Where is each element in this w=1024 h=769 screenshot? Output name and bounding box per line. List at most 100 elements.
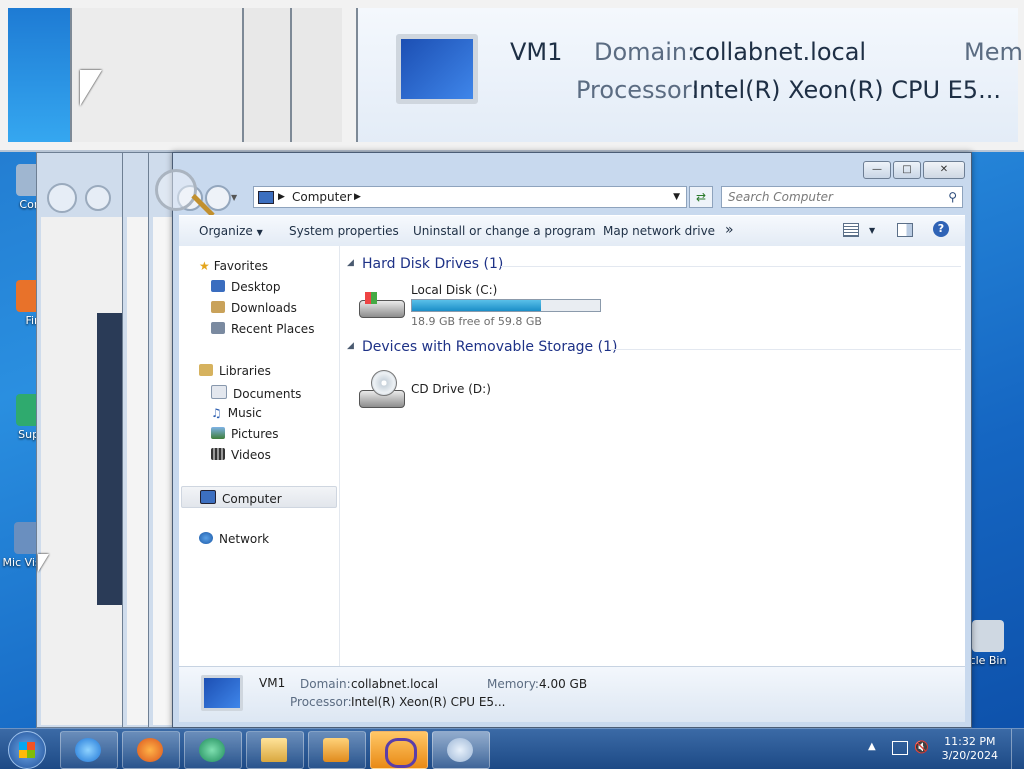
taskbar-firefox[interactable]	[122, 731, 180, 769]
details-domain-label: Domain:	[300, 677, 351, 691]
local-disk-item[interactable]	[357, 288, 405, 322]
group-collapse-icon[interactable]: ◢	[347, 258, 354, 268]
recycle-bin-icon	[972, 620, 1004, 652]
zoom-domain-label: Domain:	[594, 38, 696, 66]
windows-logo-icon	[19, 742, 35, 758]
show-desktop-button[interactable]	[1011, 729, 1024, 769]
recent-pages-dropdown[interactable]: ▼	[231, 193, 237, 202]
network-tray-icon[interactable]	[892, 741, 908, 755]
explorer-window[interactable]: — □ ✕ ▼ ▶ Computer ▶ ▼ ⇄ Search Computer…	[155, 152, 972, 728]
nav-label: Desktop	[231, 280, 281, 294]
taskbar-app[interactable]	[184, 731, 242, 769]
breadcrumb-separator-icon: ▶	[278, 192, 285, 202]
close-button[interactable]: ✕	[923, 161, 965, 179]
window-controls: — □ ✕	[863, 161, 965, 179]
details-processor-label: Processor:	[290, 695, 352, 709]
search-icon[interactable]: ⚲	[948, 187, 957, 207]
command-bar: Organize ▼ System properties Uninstall o…	[179, 215, 965, 247]
local-disk-free-space: 18.9 GB free of 59.8 GB	[411, 315, 542, 328]
magnified-desktop	[8, 8, 70, 142]
group-collapse-icon[interactable]: ◢	[347, 341, 354, 351]
firefox-icon	[137, 738, 163, 762]
windows-logo-icon	[365, 292, 377, 304]
nav-desktop[interactable]: Desktop	[211, 280, 281, 294]
view-options-icon[interactable]	[843, 223, 859, 237]
desktop-icon	[211, 280, 225, 292]
internet-explorer-icon	[75, 738, 101, 762]
nav-label: Computer	[222, 492, 282, 506]
taskbar-media-player[interactable]	[308, 731, 366, 769]
group-divider	[501, 266, 961, 267]
details-pane: VM1 Domain: collabnet.local Memory: 4.00…	[179, 666, 965, 722]
start-button[interactable]	[8, 731, 46, 769]
taskbar-visual-studio[interactable]	[370, 731, 428, 769]
nav-network[interactable]: Network	[199, 532, 269, 546]
details-vm-name: VM1	[259, 676, 286, 690]
taskbar-magnifier[interactable]	[432, 731, 490, 769]
mouse-cursor	[38, 554, 49, 572]
organize-menu[interactable]: Organize ▼	[199, 224, 263, 238]
app-icon	[199, 738, 225, 762]
local-disk-name[interactable]: Local Disk (C:)	[411, 283, 497, 297]
cd-drive-item[interactable]	[357, 368, 405, 412]
taskbar: ▲ 🔇 11:32 PM 3/20/2024	[0, 728, 1024, 769]
system-properties-button[interactable]: System properties	[289, 224, 399, 238]
nav-videos[interactable]: Videos	[211, 448, 271, 462]
nav-libraries[interactable]: Libraries	[199, 364, 271, 378]
magnified-pane	[242, 8, 292, 142]
computer-icon	[258, 191, 274, 204]
refresh-button[interactable]: ⇄	[689, 186, 713, 208]
clock[interactable]: 11:32 PM 3/20/2024	[942, 735, 998, 763]
minimize-button[interactable]: —	[863, 161, 891, 179]
nav-documents[interactable]: Documents	[211, 385, 301, 401]
maximize-button[interactable]: □	[893, 161, 921, 179]
nav-label: Documents	[233, 387, 302, 401]
nav-pictures[interactable]: Pictures	[211, 427, 279, 441]
group-divider	[611, 349, 961, 350]
details-memory-label: Memory:	[487, 677, 539, 691]
nav-label: Recent Places	[231, 322, 315, 336]
forward-arrow-icon[interactable]	[85, 185, 111, 211]
help-icon[interactable]: ?	[933, 221, 949, 237]
usage-bar-fill	[412, 300, 541, 311]
chevron-down-icon: ▼	[256, 228, 263, 237]
local-disk-usage-bar	[411, 299, 601, 312]
nav-recent-places[interactable]: Recent Places	[211, 322, 314, 336]
taskbar-internet-explorer[interactable]	[60, 731, 118, 769]
zoom-domain-value: collabnet.local	[692, 38, 867, 66]
mouse-cursor	[80, 70, 102, 106]
pictures-icon	[211, 427, 225, 439]
nav-music[interactable]: ♫ Music	[211, 406, 262, 420]
videos-icon	[211, 448, 225, 460]
uninstall-program-button[interactable]: Uninstall or change a program	[413, 224, 596, 238]
preview-pane-icon[interactable]	[897, 223, 913, 237]
address-bar[interactable]: ▶ Computer ▶ ▼	[253, 186, 687, 208]
nav-favorites[interactable]: ★ Favorites	[199, 259, 268, 273]
group-hard-disk-drives[interactable]: Hard Disk Drives (1)	[362, 256, 503, 272]
taskbar-windows-explorer[interactable]	[246, 731, 304, 769]
nav-computer[interactable]: Computer	[200, 490, 282, 506]
navigation-bar: ▼ ▶ Computer ▶ ▼ ⇄ Search Computer ⚲	[155, 169, 971, 218]
computer-icon	[201, 675, 243, 711]
nav-label: Libraries	[219, 364, 271, 378]
nav-computer-selected[interactable]: Computer	[181, 486, 337, 508]
zoom-memory-label: Mem	[964, 38, 1023, 66]
show-hidden-icons-button[interactable]: ▲	[868, 741, 876, 752]
nav-downloads[interactable]: Downloads	[211, 301, 297, 315]
back-arrow-icon[interactable]	[47, 183, 77, 213]
breadcrumb-chevron-icon[interactable]: ▶	[354, 187, 361, 207]
view-dropdown-icon[interactable]: ▼	[869, 226, 875, 235]
zoom-processor-value: Intel(R) Xeon(R) CPU E5...	[692, 76, 1001, 104]
clock-time: 11:32 PM	[944, 735, 996, 748]
address-dropdown-icon[interactable]: ▼	[673, 187, 680, 207]
search-input[interactable]: Search Computer ⚲	[721, 186, 963, 208]
folder-icon	[261, 738, 287, 762]
nav-label: Downloads	[231, 301, 297, 315]
more-commands-button[interactable]: »	[725, 222, 734, 238]
volume-muted-icon[interactable]: 🔇	[914, 740, 929, 754]
group-removable-storage[interactable]: Devices with Removable Storage (1)	[362, 339, 617, 355]
nav-label: Pictures	[231, 427, 279, 441]
breadcrumb-computer[interactable]: Computer	[292, 187, 352, 207]
cd-drive-name[interactable]: CD Drive (D:)	[411, 382, 491, 396]
map-network-drive-button[interactable]: Map network drive	[603, 224, 715, 238]
